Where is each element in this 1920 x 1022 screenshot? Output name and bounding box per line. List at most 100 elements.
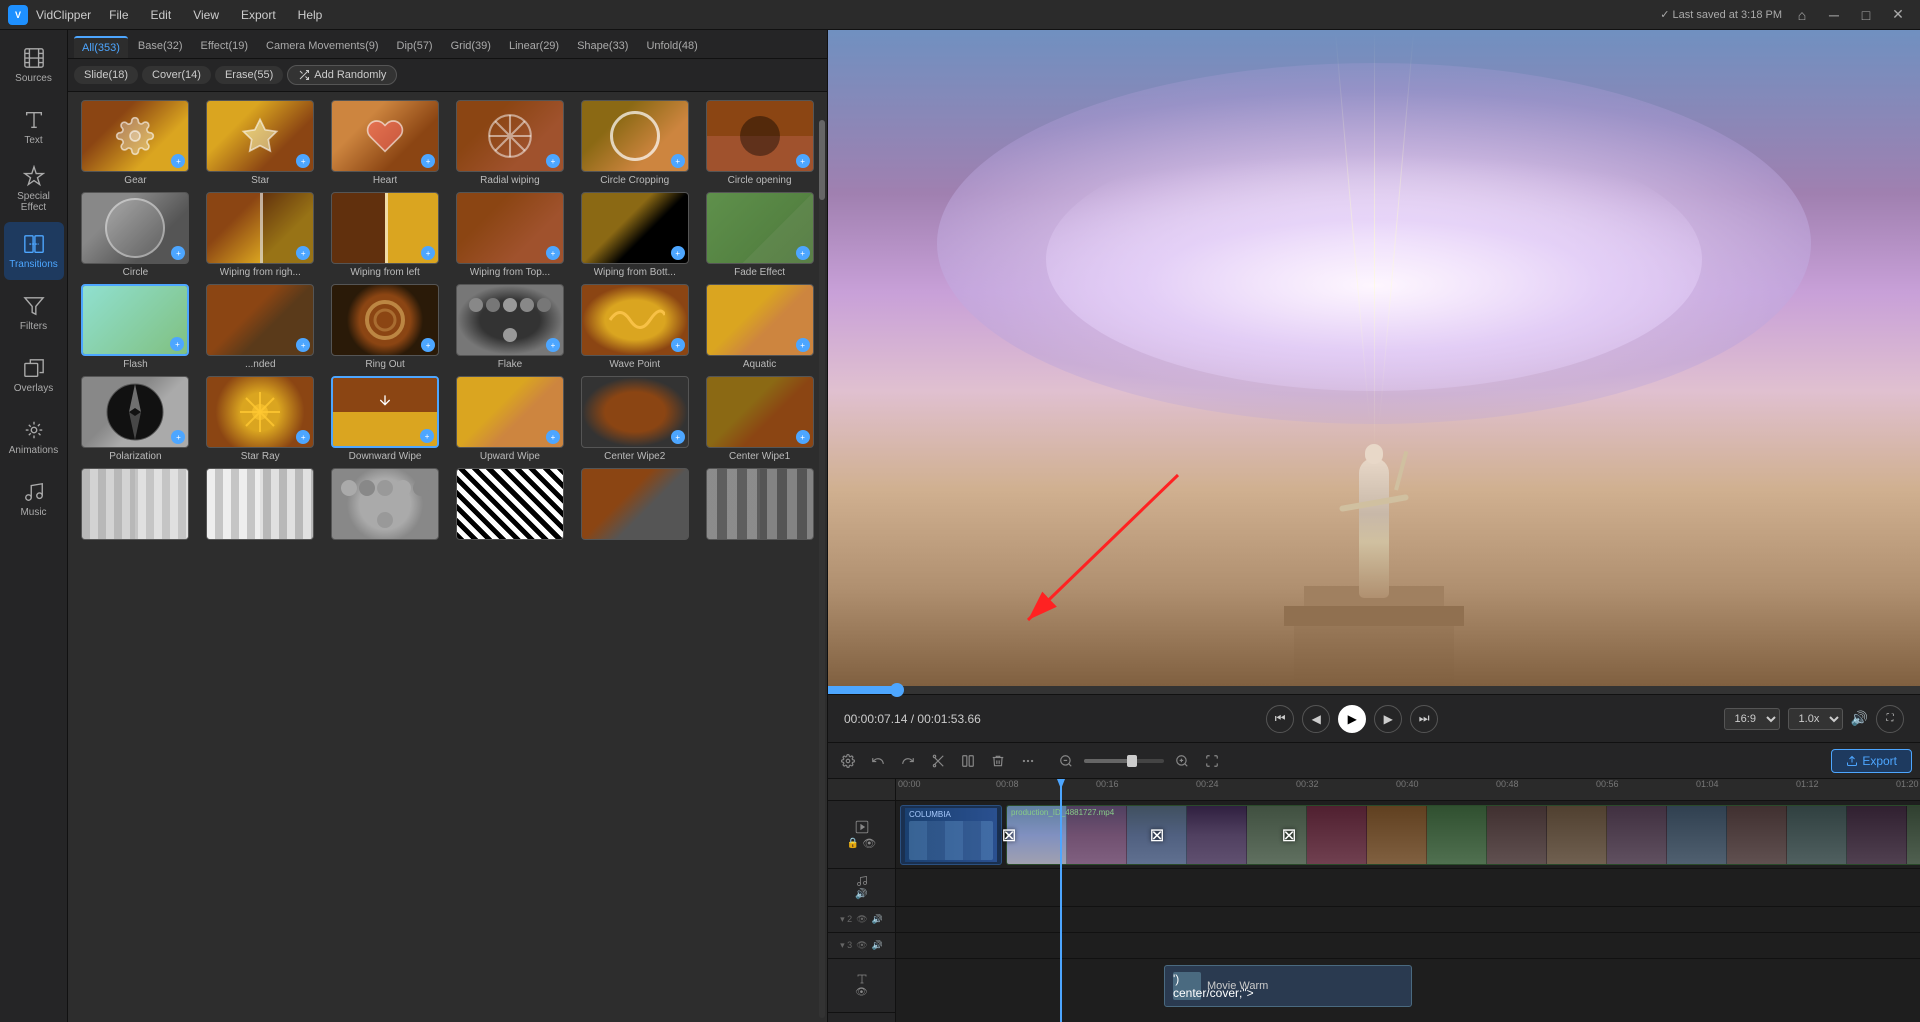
- skip-forward-button[interactable]: ⏭: [1410, 705, 1438, 733]
- transition-wipbott[interactable]: + Wiping from Bott...: [575, 192, 694, 278]
- transition-thumb-row5b[interactable]: [206, 468, 314, 540]
- add-randomly-button[interactable]: Add Randomly: [287, 65, 397, 85]
- tab-grid[interactable]: Grid(39): [443, 36, 499, 58]
- transition-flash[interactable]: + Flash: [76, 284, 195, 370]
- close-btn[interactable]: ✕: [1886, 5, 1910, 25]
- menu-help[interactable]: Help: [288, 4, 333, 26]
- tab-base[interactable]: Base(32): [130, 36, 191, 58]
- transition-thumb-row5d[interactable]: [456, 468, 564, 540]
- transition-wipleft[interactable]: + Wiping from left: [326, 192, 445, 278]
- transition-thumb-wipleft[interactable]: +: [331, 192, 439, 264]
- sidebar-item-filters[interactable]: Filters: [4, 284, 64, 342]
- skip-back-button[interactable]: ⏮: [1266, 705, 1294, 733]
- transition-thumb-centerwipe2[interactable]: +: [581, 376, 689, 448]
- transition-circleopen[interactable]: + Circle opening: [700, 100, 819, 186]
- transition-radial[interactable]: + Radial wiping: [451, 100, 570, 186]
- transition-thumb-radial[interactable]: +: [456, 100, 564, 172]
- transition-row5e[interactable]: [575, 468, 694, 543]
- filter-slide[interactable]: Slide(18): [74, 66, 138, 84]
- seek-bar[interactable]: [828, 686, 1920, 694]
- video-clip-columbia[interactable]: COLUMBIA: [900, 805, 1002, 865]
- transition-thumb-wavepoint[interactable]: +: [581, 284, 689, 356]
- transition-thumb-heart[interactable]: +: [331, 100, 439, 172]
- tl-settings-button[interactable]: [836, 749, 860, 773]
- transition-blended[interactable]: + ...nded: [201, 284, 320, 370]
- transition-thumb-row5a[interactable]: [81, 468, 189, 540]
- transition-thumb-ringout[interactable]: +: [331, 284, 439, 356]
- transition-star[interactable]: + Star: [201, 100, 320, 186]
- step-forward-button[interactable]: ▶: [1374, 705, 1402, 733]
- tab-camera[interactable]: Camera Movements(9): [258, 36, 386, 58]
- tl-delete-button[interactable]: [986, 749, 1010, 773]
- transition-starr[interactable]: + Star Ray: [201, 376, 320, 462]
- sidebar-item-animations[interactable]: Animations: [4, 408, 64, 466]
- transition-thumb-aquatic[interactable]: +: [706, 284, 814, 356]
- tab-all[interactable]: All(353): [74, 36, 128, 58]
- sidebar-item-overlays[interactable]: Overlays: [4, 346, 64, 404]
- menu-file[interactable]: File: [99, 4, 138, 26]
- minimize-btn[interactable]: ─: [1822, 5, 1846, 25]
- transition-thumb-flash[interactable]: +: [81, 284, 189, 356]
- step-back-button[interactable]: ◀: [1302, 705, 1330, 733]
- transitions-scrollbar-thumb[interactable]: [819, 120, 825, 200]
- transition-wipright[interactable]: + Wiping from righ...: [201, 192, 320, 278]
- transition-wiptop[interactable]: + Wiping from Top...: [451, 192, 570, 278]
- transition-aquatic[interactable]: + Aquatic: [700, 284, 819, 370]
- transition-thumb-polar[interactable]: +: [81, 376, 189, 448]
- sidebar-item-music[interactable]: Music: [4, 470, 64, 528]
- transition-thumb-fade[interactable]: +: [706, 192, 814, 264]
- transition-ringout[interactable]: + Ring Out: [326, 284, 445, 370]
- transitions-grid-container[interactable]: + Gear + Star: [68, 92, 827, 1022]
- transition-row5b[interactable]: [201, 468, 320, 543]
- audio-mute-icon[interactable]: 🔊: [855, 889, 867, 900]
- play-button[interactable]: ▶: [1338, 705, 1366, 733]
- tab-shape[interactable]: Shape(33): [569, 36, 636, 58]
- tl-cut-button[interactable]: [926, 749, 950, 773]
- transition-thumb-star[interactable]: +: [206, 100, 314, 172]
- transition-thumb-centerwipe1[interactable]: +: [706, 376, 814, 448]
- transition-thumb-flake[interactable]: +: [456, 284, 564, 356]
- transition-thumb-gear[interactable]: +: [81, 100, 189, 172]
- transition-thumb-circle[interactable]: +: [81, 192, 189, 264]
- transition-row5a[interactable]: [76, 468, 195, 543]
- menu-view[interactable]: View: [183, 4, 229, 26]
- transition-thumb-wipbott[interactable]: +: [581, 192, 689, 264]
- transition-thumb-downwipe[interactable]: +: [331, 376, 439, 448]
- tl-fit-button[interactable]: [1200, 749, 1224, 773]
- volume-button[interactable]: 🔊: [1851, 710, 1868, 727]
- transition-thumb-blended[interactable]: +: [206, 284, 314, 356]
- transition-thumb-wiptop[interactable]: +: [456, 192, 564, 264]
- transition-thumb-wipright[interactable]: +: [206, 192, 314, 264]
- home-btn[interactable]: ⌂: [1790, 5, 1814, 25]
- transition-thumb-starr[interactable]: +: [206, 376, 314, 448]
- transition-wavepoint[interactable]: + Wave Point: [575, 284, 694, 370]
- transition-centerwipe1[interactable]: + Center Wipe1: [700, 376, 819, 462]
- transition-row5d[interactable]: [451, 468, 570, 543]
- tl-split-button[interactable]: [956, 749, 980, 773]
- transition-row5f[interactable]: [700, 468, 819, 543]
- transition-circle[interactable]: + Circle: [76, 192, 195, 278]
- menu-edit[interactable]: Edit: [141, 4, 182, 26]
- transition-fade[interactable]: + Fade Effect: [700, 192, 819, 278]
- filter-cover[interactable]: Cover(14): [142, 66, 211, 84]
- sidebar-item-sources[interactable]: Sources: [4, 36, 64, 94]
- transition-gear[interactable]: + Gear: [76, 100, 195, 186]
- transitions-scrollbar[interactable]: [819, 120, 825, 1018]
- transition-thumb-row5e[interactable]: [581, 468, 689, 540]
- transition-row5c[interactable]: [326, 468, 445, 543]
- maximize-btn[interactable]: □: [1854, 5, 1878, 25]
- tl-zoom-in-button[interactable]: [1170, 749, 1194, 773]
- tl-more-button[interactable]: [1016, 749, 1040, 773]
- transition-thumb-row5f[interactable]: [706, 468, 814, 540]
- export-button[interactable]: Export: [1831, 749, 1912, 773]
- transition-flake[interactable]: + Flake: [451, 284, 570, 370]
- transition-marker-1[interactable]: ⊠: [991, 801, 1027, 869]
- transition-centerwipe2[interactable]: + Center Wipe2: [575, 376, 694, 462]
- seek-knob[interactable]: [890, 683, 904, 697]
- transition-heart[interactable]: + Heart: [326, 100, 445, 186]
- tl-zoom-out-button[interactable]: [1054, 749, 1078, 773]
- fullscreen-button[interactable]: ⛶: [1876, 705, 1904, 733]
- transition-upwipe[interactable]: + Upward Wipe: [451, 376, 570, 462]
- transition-marker-3[interactable]: ⊠: [1271, 801, 1307, 869]
- filter-erase[interactable]: Erase(55): [215, 66, 283, 84]
